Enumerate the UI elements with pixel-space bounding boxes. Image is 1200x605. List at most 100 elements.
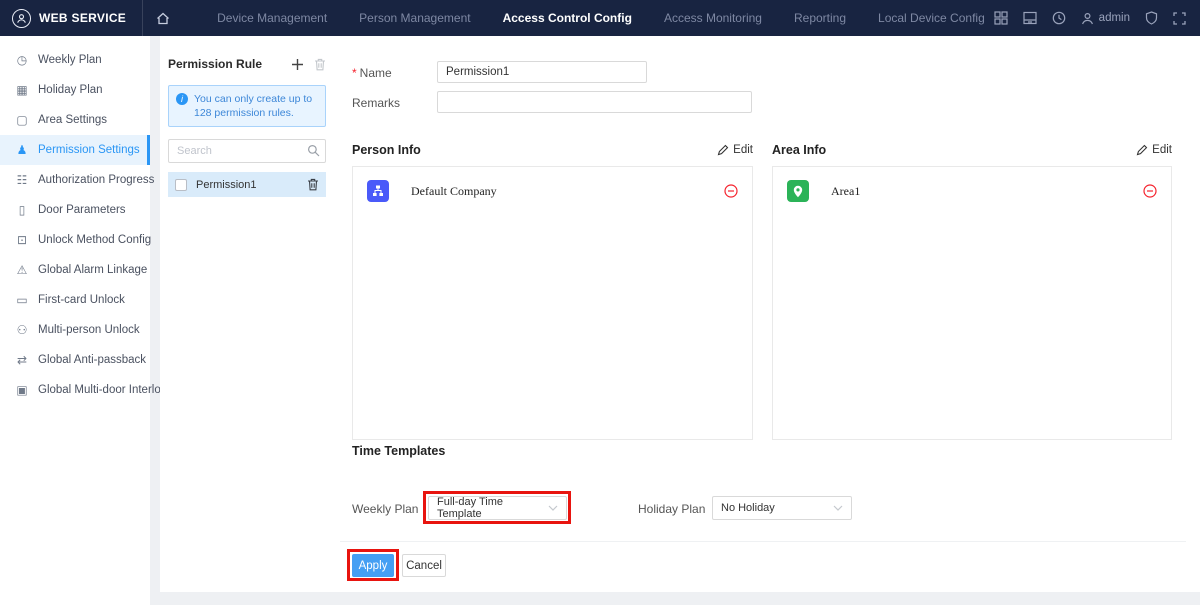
sidebar-item-unlock-method-config[interactable]: ⊡Unlock Method Config: [0, 225, 150, 255]
trash-icon: [314, 58, 326, 71]
card-icon: ▭: [15, 293, 29, 307]
person-icon: [1081, 12, 1094, 25]
person-info-item: Default Company: [353, 167, 752, 215]
person-info-header: Person Info Edit: [352, 143, 753, 157]
home-button[interactable]: [142, 0, 183, 36]
username-label: admin: [1099, 12, 1130, 24]
holiday-plan-label: Holiday Plan: [638, 502, 705, 516]
nav-person-management[interactable]: Person Management: [359, 11, 470, 25]
pencil-icon: [1136, 144, 1148, 156]
sidebar-item-door-parameters[interactable]: ▯Door Parameters: [0, 195, 150, 225]
nav-access-monitoring[interactable]: Access Monitoring: [664, 11, 762, 25]
trash-icon: [307, 178, 319, 191]
delete-rule-item-button[interactable]: [307, 178, 319, 191]
sidebar-item-first-card-unlock[interactable]: ▭First-card Unlock: [0, 285, 150, 315]
sidebar-item-label: Global Alarm Linkage: [38, 264, 147, 276]
sidebar-item-label: Area Settings: [38, 114, 107, 126]
rule-name: Permission1: [196, 179, 307, 191]
person-info-title: Person Info: [352, 143, 421, 157]
rule-search-input[interactable]: [168, 139, 326, 163]
nav-reporting[interactable]: Reporting: [794, 11, 846, 25]
person-item-name: Default Company: [411, 184, 724, 199]
name-input[interactable]: [437, 61, 647, 83]
sidebar-item-permission-settings[interactable]: ♟ Permission Settings: [0, 135, 150, 165]
chevron-down-icon: [548, 505, 558, 511]
anti-passback-icon: ⇄: [15, 353, 29, 367]
topbar-nav: Device Management Person Management Acce…: [217, 11, 985, 25]
footer-divider: [340, 541, 1186, 542]
location-pin-icon: [787, 180, 809, 202]
pencil-icon: [717, 144, 729, 156]
area-item-name: Area1: [831, 184, 1143, 199]
weekly-plan-label: Weekly Plan: [352, 502, 418, 516]
add-rule-button[interactable]: [291, 58, 304, 71]
sidebar-item-authorization-progress[interactable]: ☷Authorization Progress: [0, 165, 150, 195]
grid-icon: [994, 11, 1008, 25]
person-icon: ♟: [15, 143, 29, 157]
holiday-plan-value: No Holiday: [721, 502, 775, 514]
rule-checkbox[interactable]: [175, 179, 187, 191]
rule-list: Permission1: [168, 172, 326, 197]
plus-icon: [291, 58, 304, 71]
logo-icon: [12, 9, 31, 28]
topbar: WEB SERVICE Device Management Person Man…: [0, 0, 1200, 36]
time-button[interactable]: [1052, 11, 1066, 25]
sidebar-item-multi-person-unlock[interactable]: ⚇Multi-person Unlock: [0, 315, 150, 345]
holiday-plan-select[interactable]: No Holiday: [712, 496, 852, 520]
remove-person-button[interactable]: [724, 184, 738, 198]
sidebar-item-label: Weekly Plan: [38, 54, 102, 66]
sidebar-item-label: Global Multi-door Interlock: [38, 384, 172, 396]
panel-icon: [1023, 11, 1037, 25]
sidebar-item-label: Multi-person Unlock: [38, 324, 140, 336]
page: WEB SERVICE Device Management Person Man…: [0, 0, 1200, 605]
nav-access-control-config[interactable]: Access Control Config: [503, 11, 632, 25]
chevron-down-icon: [833, 505, 843, 511]
sidebar-item-global-multi-door-interlock[interactable]: ▣Global Multi-door Interlock: [0, 375, 150, 405]
sidebar: ◷Weekly Plan ▦Holiday Plan ▢Area Setting…: [0, 36, 150, 605]
rule-limit-notice: You can only create up to 128 permission…: [168, 85, 326, 127]
sidebar-item-global-anti-passback[interactable]: ⇄ Global Anti-passback: [0, 345, 150, 375]
weekly-plan-select[interactable]: Full-day Time Template: [428, 496, 567, 520]
sidebar-item-area-settings[interactable]: ▢Area Settings: [0, 105, 150, 135]
nav-device-management[interactable]: Device Management: [217, 11, 327, 25]
home-icon: [156, 12, 170, 25]
sidebar-item-weekly-plan[interactable]: ◷Weekly Plan: [0, 45, 150, 75]
topbar-actions: admin: [994, 11, 1186, 25]
user-menu[interactable]: admin: [1081, 12, 1130, 25]
cancel-button[interactable]: Cancel: [402, 554, 446, 577]
shield-icon: [1145, 11, 1158, 25]
time-templates-title: Time Templates: [352, 444, 445, 458]
apply-button[interactable]: Apply: [352, 554, 394, 577]
clock-icon: [1052, 11, 1066, 25]
delete-rule-button[interactable]: [314, 58, 326, 71]
calendar-icon: ▦: [15, 83, 29, 97]
rule-panel-header: Permission Rule: [168, 54, 326, 74]
sidebar-item-global-alarm-linkage[interactable]: ⚠ Global Alarm Linkage: [0, 255, 150, 285]
person-info-edit-button[interactable]: Edit: [717, 144, 753, 156]
fullscreen-icon: [1173, 12, 1186, 25]
alarm-icon: ⚠: [15, 263, 29, 277]
search-icon: [307, 144, 320, 157]
name-label: *Name: [352, 66, 392, 80]
security-button[interactable]: [1145, 11, 1158, 25]
info-icon: [176, 93, 188, 105]
rule-panel-title: Permission Rule: [168, 57, 281, 71]
area-info-title: Area Info: [772, 143, 826, 157]
area-info-edit-button[interactable]: Edit: [1136, 144, 1172, 156]
sidebar-item-label: Permission Settings: [38, 144, 140, 156]
sidebar-item-label: Door Parameters: [38, 204, 126, 216]
person-info-panel: Default Company: [352, 166, 753, 440]
sidebar-item-holiday-plan[interactable]: ▦Holiday Plan: [0, 75, 150, 105]
remove-area-button[interactable]: [1143, 184, 1157, 198]
remarks-input[interactable]: [437, 91, 752, 113]
nav-local-device-config[interactable]: Local Device Config: [878, 11, 985, 25]
sidebar-item-label: Global Anti-passback: [38, 354, 146, 366]
progress-icon: ☷: [15, 173, 29, 187]
apps-grid-button[interactable]: [994, 11, 1008, 25]
fullscreen-button[interactable]: [1173, 12, 1186, 25]
device-panel-button[interactable]: [1023, 11, 1037, 25]
required-mark: *: [352, 66, 357, 80]
interlock-icon: ▣: [15, 383, 29, 397]
rule-list-item[interactable]: Permission1: [168, 172, 326, 197]
organization-icon: [367, 180, 389, 202]
